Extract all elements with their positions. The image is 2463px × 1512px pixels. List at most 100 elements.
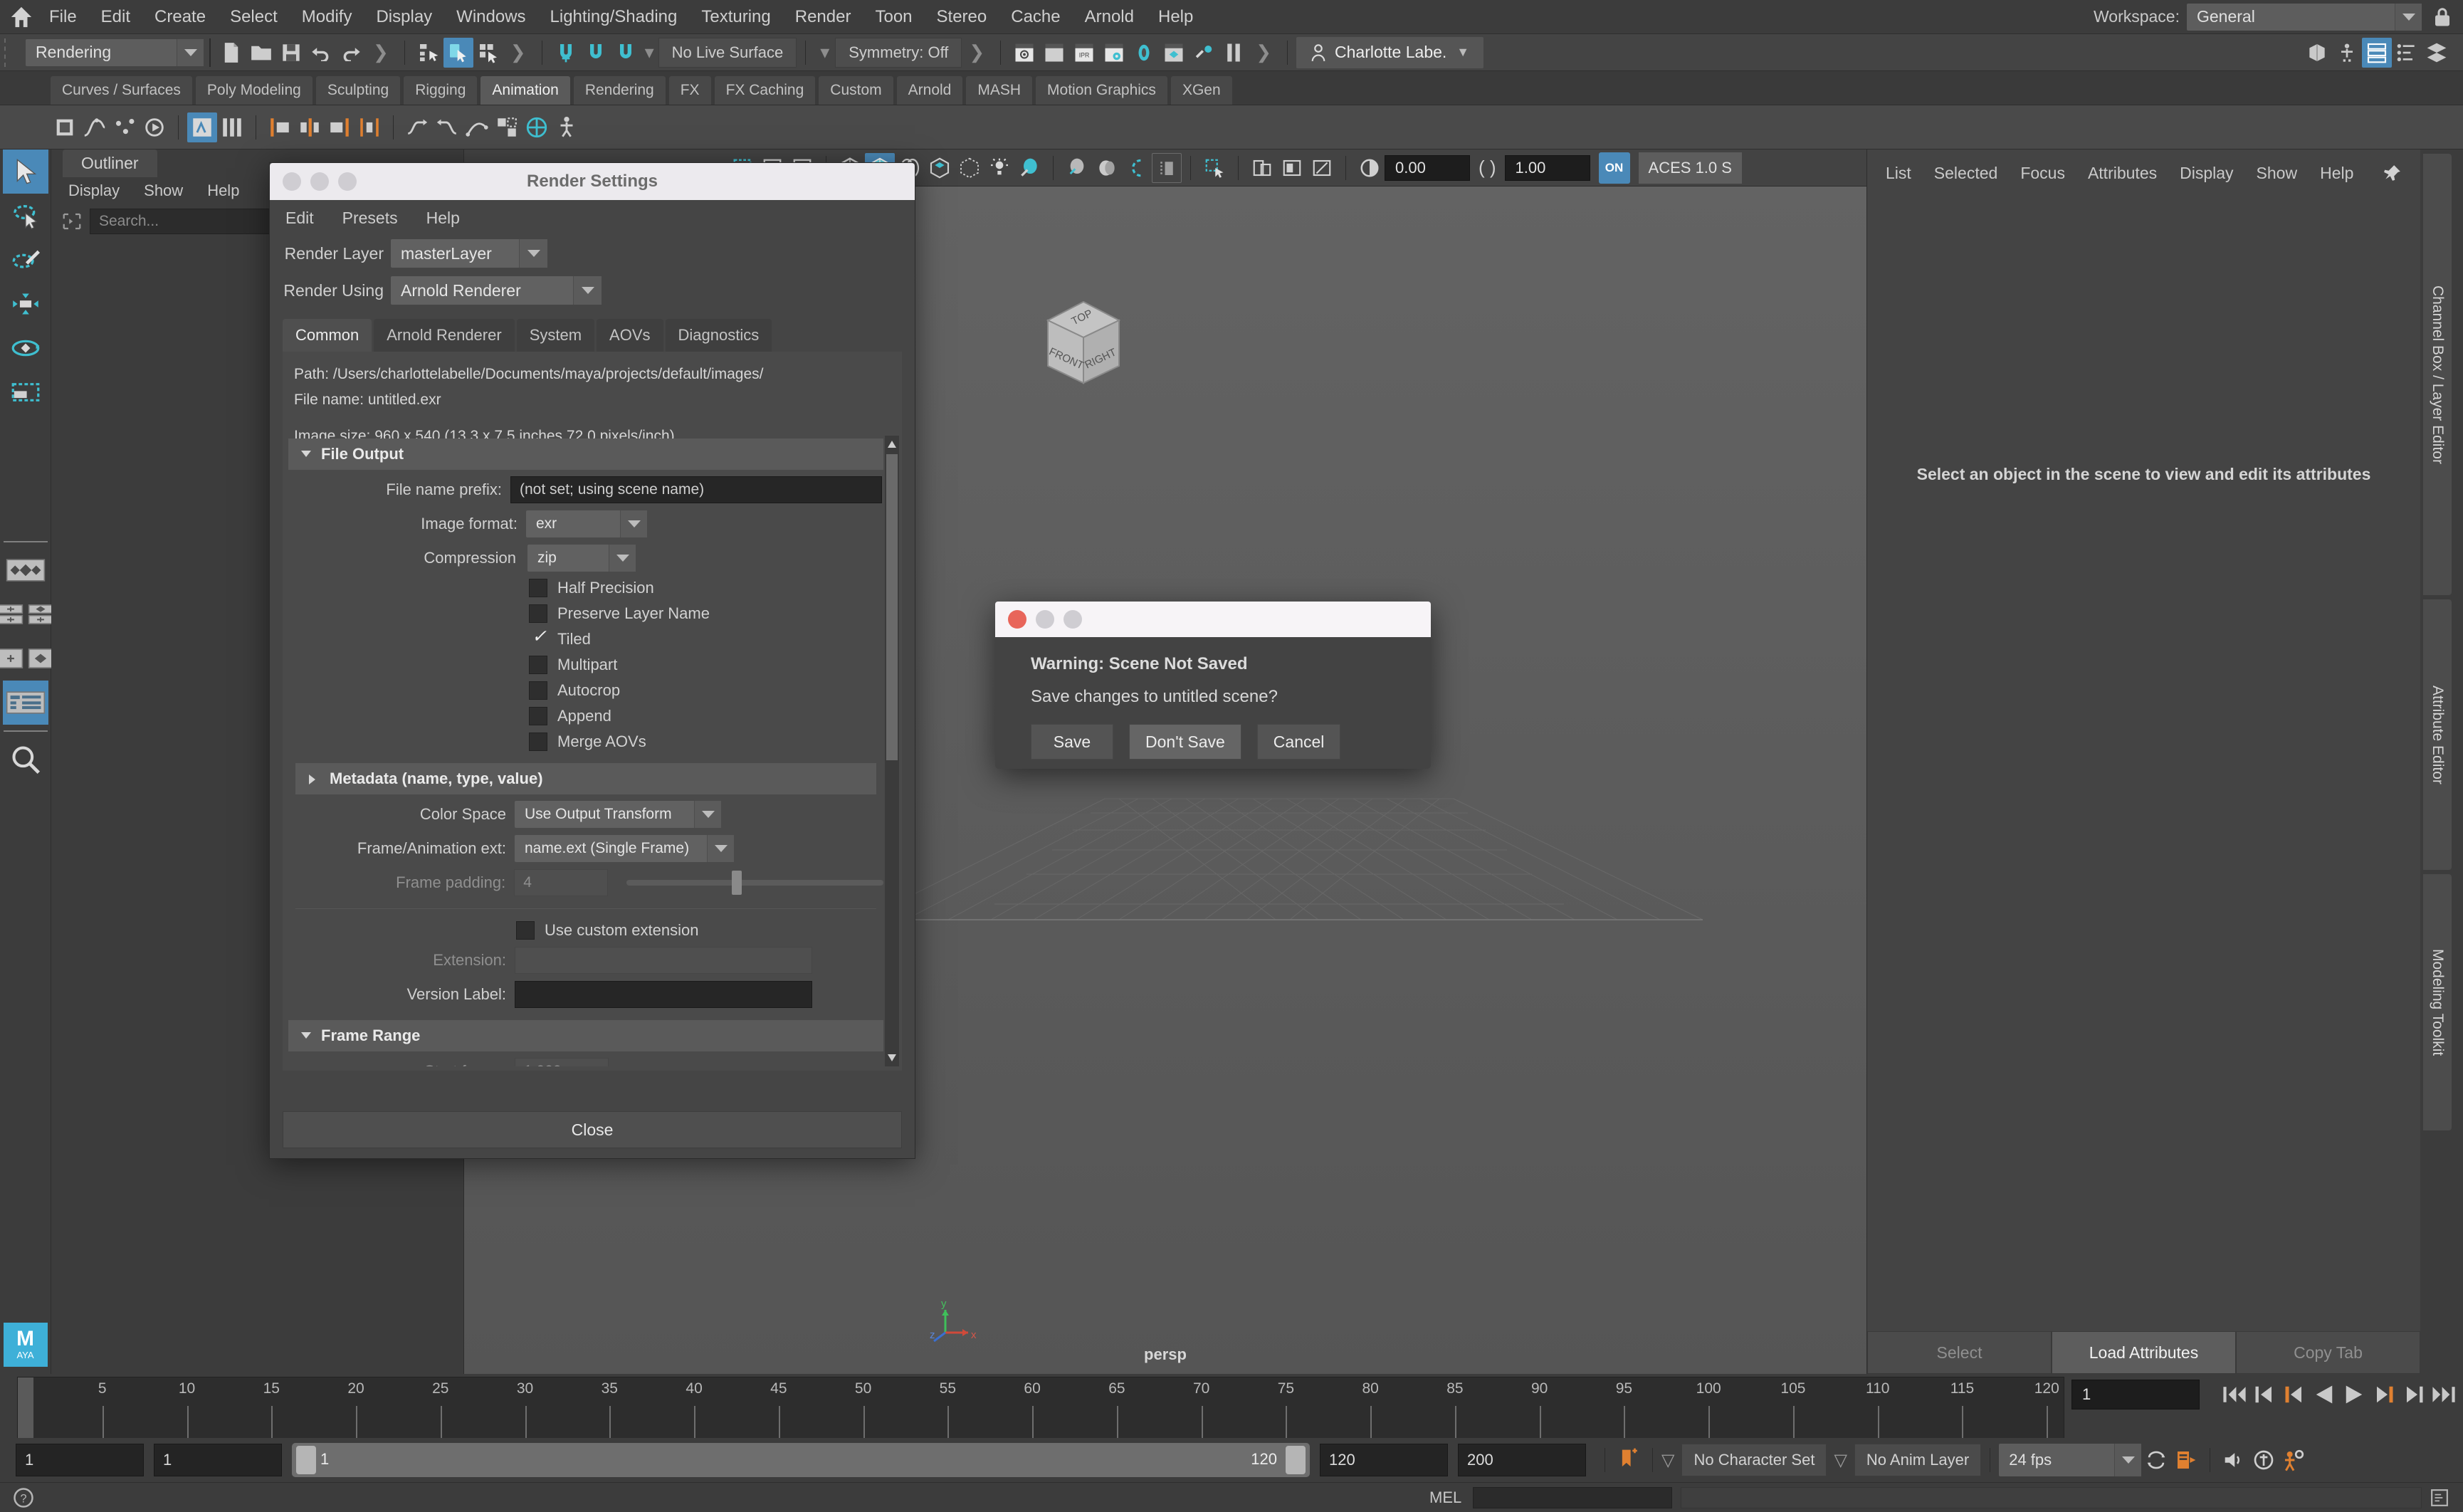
menu-edit[interactable]: Edit: [89, 0, 142, 34]
constraint-icon[interactable]: [522, 112, 552, 142]
anim-layer-field[interactable]: No Anim Layer: [1854, 1444, 1982, 1476]
home-icon[interactable]: [6, 1, 37, 33]
range-slider[interactable]: 1 120: [292, 1443, 1310, 1477]
scroll-down-icon[interactable]: [886, 1051, 898, 1065]
distribute-keys-icon[interactable]: [355, 112, 384, 142]
collapse-triangle-icon[interactable]: [300, 448, 313, 458]
play-backwards-icon[interactable]: [2309, 1380, 2339, 1409]
symmetry-field[interactable]: Symmetry: Off: [835, 37, 962, 68]
render-setup-icon[interactable]: [1159, 38, 1189, 68]
breakdown-key-icon[interactable]: [110, 112, 140, 142]
color-management-toggle[interactable]: ON: [1598, 152, 1630, 184]
copy-tab-button[interactable]: Copy Tab: [2236, 1331, 2420, 1374]
redo-render-icon[interactable]: [1039, 38, 1069, 68]
layout-persp-outliner-icon[interactable]: [28, 592, 53, 636]
merge-aovs-row[interactable]: Merge AOVs: [288, 729, 883, 755]
menu-file[interactable]: File: [37, 0, 89, 34]
shelf-tab-rigging[interactable]: Rigging: [403, 75, 478, 105]
user-account-chip[interactable]: Charlotte Labe. ▼: [1296, 36, 1484, 68]
render-settings-icon[interactable]: [1099, 38, 1129, 68]
render-current-frame-icon[interactable]: [1009, 38, 1039, 68]
hik-icon[interactable]: [552, 112, 582, 142]
menu-stereo[interactable]: Stereo: [925, 0, 999, 34]
merge-aovs-checkbox[interactable]: [529, 733, 547, 751]
shelf-tab-arnold[interactable]: Arnold: [896, 75, 964, 105]
close-icon[interactable]: [1008, 610, 1026, 629]
ae-menu-show[interactable]: Show: [2257, 164, 2298, 183]
multipart-checkbox[interactable]: [529, 656, 547, 674]
use-custom-extension-checkbox[interactable]: [516, 921, 535, 940]
motion-blur-icon[interactable]: [1122, 153, 1152, 183]
drag-handle[interactable]: [4, 38, 20, 67]
motion-trail-icon[interactable]: [462, 112, 492, 142]
set-key-icon[interactable]: [50, 112, 80, 142]
half-precision-checkbox[interactable]: [529, 579, 547, 597]
light-editor-icon[interactable]: [1189, 38, 1219, 68]
script-editor-icon[interactable]: [2430, 1489, 2449, 1507]
menu-select[interactable]: Select: [218, 0, 290, 34]
menu-create[interactable]: Create: [142, 0, 218, 34]
autocrop-checkbox[interactable]: [529, 681, 547, 700]
select-by-component-icon[interactable]: [473, 38, 503, 68]
expander-icon[interactable]: ❯: [510, 41, 526, 63]
snap-to-grid-icon[interactable]: [551, 38, 581, 68]
range-start-field[interactable]: 1: [154, 1444, 282, 1476]
range-handle-right[interactable]: [1286, 1446, 1306, 1474]
use-all-lights-icon[interactable]: [1014, 153, 1044, 183]
ae-menu-help[interactable]: Help: [2320, 164, 2353, 183]
vtab-modeling-toolkit[interactable]: Modeling Toolkit: [2423, 874, 2452, 1130]
layout-two-side-icon[interactable]: [0, 636, 23, 681]
shelf-tab-poly-modeling[interactable]: Poly Modeling: [194, 75, 313, 105]
dropdown-icon[interactable]: ▾: [645, 41, 654, 63]
chevron-down-icon[interactable]: [2114, 1444, 2142, 1476]
exposure-value[interactable]: 0.00: [1385, 154, 1470, 181]
version-label-input[interactable]: [515, 981, 812, 1008]
tool-rotate[interactable]: [3, 326, 48, 370]
layout-persp-icon[interactable]: [28, 636, 53, 681]
metadata-section-header[interactable]: Metadata (name, type, value): [295, 763, 876, 794]
frame-range-section-header[interactable]: Frame Range: [288, 1020, 883, 1051]
rs-tab-diagnostics[interactable]: Diagnostics: [665, 319, 772, 352]
rs-tab-system[interactable]: System: [516, 319, 595, 352]
expand-triangle-icon[interactable]: [307, 773, 317, 786]
preserve-layer-name-row[interactable]: Preserve Layer Name: [288, 601, 883, 626]
minimize-icon[interactable]: [1036, 610, 1054, 629]
create-deformer-icon[interactable]: [492, 112, 522, 142]
live-surface-field[interactable]: No Live Surface: [658, 37, 797, 68]
anim-start-field[interactable]: 1: [16, 1444, 144, 1476]
workspace-select[interactable]: General: [2187, 3, 2422, 31]
loop-icon[interactable]: [2141, 1445, 2171, 1475]
snap-to-curve-icon[interactable]: [581, 38, 611, 68]
extension-input[interactable]: [515, 947, 812, 974]
dropdown-icon[interactable]: ▾: [820, 41, 829, 63]
outliner-menu-help[interactable]: Help: [207, 182, 239, 200]
select-button[interactable]: Select: [1867, 1331, 2052, 1374]
search-tool-icon[interactable]: [3, 737, 48, 782]
graph-editor-icon[interactable]: [80, 112, 110, 142]
tool-select[interactable]: [2, 149, 48, 194]
expander-icon[interactable]: ❯: [1256, 41, 1271, 63]
smooth-wireframe-icon[interactable]: [1307, 153, 1337, 183]
fps-select[interactable]: 24 fps: [1999, 1444, 2142, 1476]
modeling-toolkit-toggle-icon[interactable]: [2302, 38, 2332, 68]
start-frame-input[interactable]: 1.000: [515, 1058, 609, 1066]
menu-display[interactable]: Display: [364, 0, 444, 34]
gamma-value[interactable]: 1.00: [1504, 154, 1590, 181]
scroll-up-icon[interactable]: [886, 437, 898, 451]
compression-select[interactable]: zip: [527, 545, 636, 572]
sound-icon[interactable]: [2219, 1445, 2249, 1475]
unghost-object-icon[interactable]: [432, 112, 462, 142]
menu-render[interactable]: Render: [783, 0, 863, 34]
shelf-tab-custom[interactable]: Custom: [818, 75, 894, 105]
tiled-row[interactable]: ✓ Tiled: [288, 626, 883, 652]
rs-menu-presets[interactable]: Presets: [342, 209, 398, 228]
ae-menu-display[interactable]: Display: [2180, 164, 2233, 183]
menu-cache[interactable]: Cache: [999, 0, 1072, 34]
mel-input[interactable]: [1473, 1486, 1673, 1508]
rs-menu-help[interactable]: Help: [426, 209, 460, 228]
maximize-icon[interactable]: [1064, 610, 1082, 629]
snap-to-point-icon[interactable]: [611, 38, 641, 68]
warning-dialog[interactable]: Warning: Scene Not Saved Save changes to…: [995, 602, 1431, 769]
render-settings-scrollbar[interactable]: [885, 436, 899, 1066]
playback-settings-icon[interactable]: [2249, 1445, 2279, 1475]
